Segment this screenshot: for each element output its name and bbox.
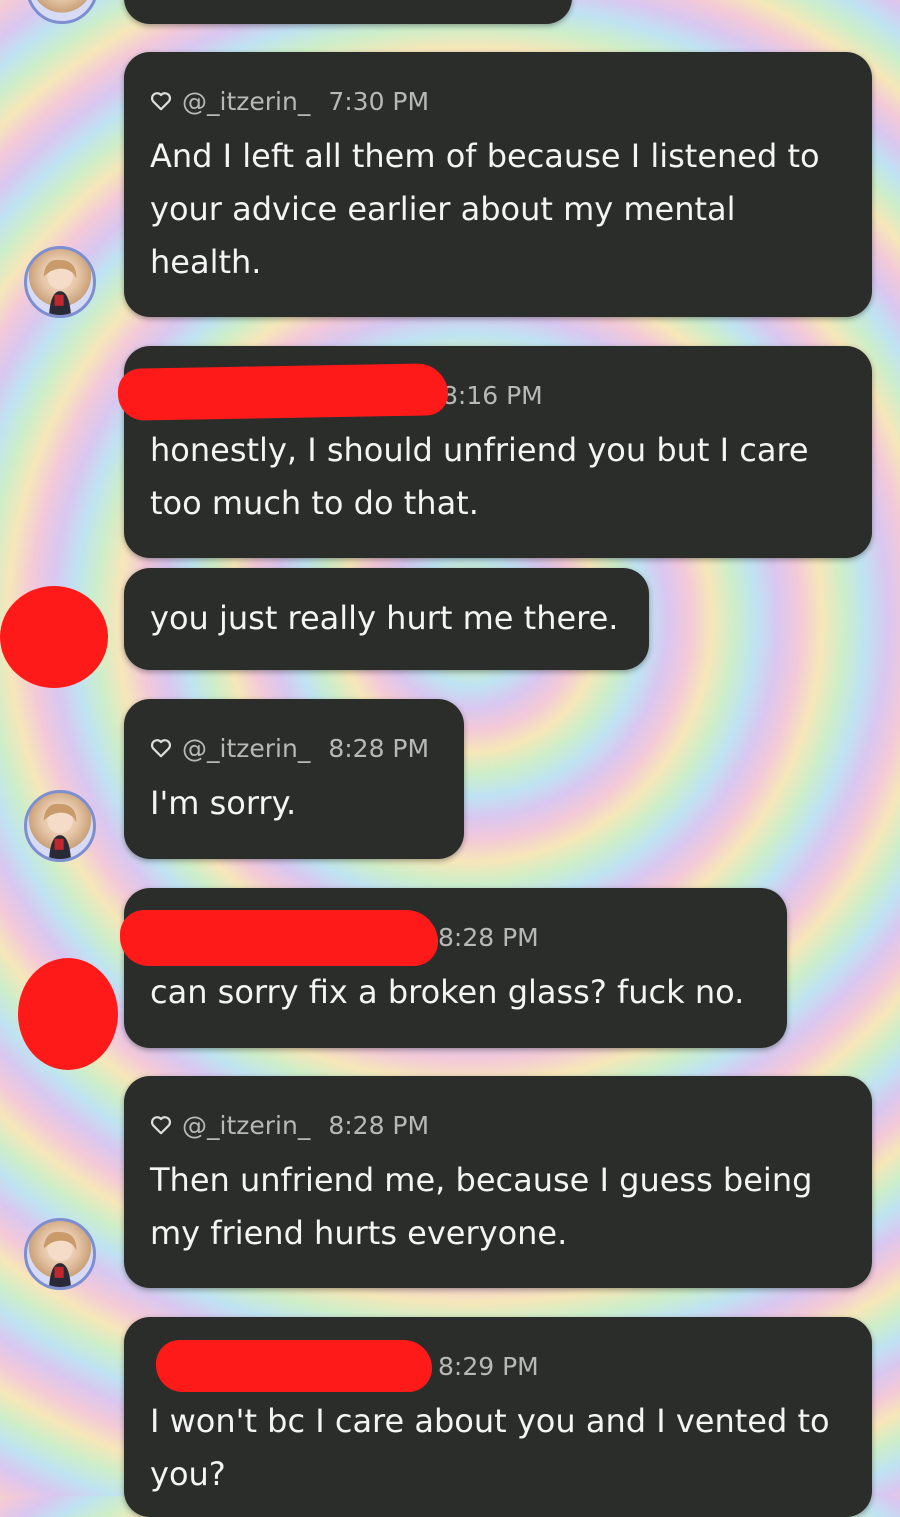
sender-avatar[interactable] — [24, 1218, 96, 1290]
message-time: 8:29 PM — [438, 1351, 539, 1381]
message-time: 8:28 PM — [328, 1110, 430, 1140]
message-bubble-partial[interactable] — [124, 0, 572, 24]
message-bubble[interactable]: @_itzerin_ 8:28 PM I'm sorry. — [124, 699, 464, 859]
message-text: I won't bc I care about you and I vented… — [150, 1402, 830, 1493]
message-bubble[interactable]: @_itzerin_ 8:28 PM Then unfriend me, bec… — [124, 1076, 872, 1288]
sender-username[interactable]: @_itzerin_ — [182, 87, 310, 116]
message-text: you just really hurt me there. — [150, 599, 619, 637]
heart-icon — [150, 1116, 172, 1135]
avatar-image — [43, 1231, 77, 1287]
redacted-avatar — [18, 958, 118, 1070]
avatar-image — [43, 259, 77, 315]
redaction-mark — [117, 363, 449, 421]
heart-icon — [150, 739, 172, 758]
message-meta: @_itzerin_ 8:28 PM — [150, 733, 438, 763]
message-time: 8:16 PM — [442, 380, 543, 410]
sender-avatar[interactable] — [24, 790, 96, 862]
avatar-image — [43, 803, 77, 859]
redacted-avatar — [0, 586, 108, 688]
sender-username[interactable]: @_itzerin_ — [182, 734, 310, 763]
redaction-mark — [156, 1340, 432, 1392]
message-time: 8:28 PM — [438, 922, 539, 952]
message-text: Then unfriend me, because I guess being … — [150, 1161, 813, 1252]
avatar-partial[interactable] — [26, 0, 98, 24]
sender-username[interactable]: @_itzerin_ — [182, 1111, 310, 1140]
message-meta: @_itzerin_ 8:28 PM — [150, 1110, 846, 1140]
message-text: can sorry fix a broken glass? fuck no. — [150, 973, 745, 1011]
message-text: And I left all them of because I listene… — [150, 137, 820, 281]
message-bubble[interactable]: @_itzerin_ 7:30 PM And I left all them o… — [124, 52, 872, 317]
sender-avatar[interactable] — [24, 246, 96, 318]
message-time: 7:30 PM — [328, 86, 430, 116]
heart-icon — [150, 92, 172, 111]
message-bubble[interactable]: you just really hurt me there. — [124, 568, 649, 670]
redaction-mark — [120, 910, 438, 966]
message-text: honestly, I should unfriend you but I ca… — [150, 431, 809, 522]
chat-thread: @_itzerin_ 7:30 PM And I left all them o… — [0, 0, 900, 1517]
message-time: 8:28 PM — [328, 733, 430, 763]
message-meta: @_itzerin_ 7:30 PM — [150, 86, 846, 116]
message-text: I'm sorry. — [150, 784, 297, 822]
